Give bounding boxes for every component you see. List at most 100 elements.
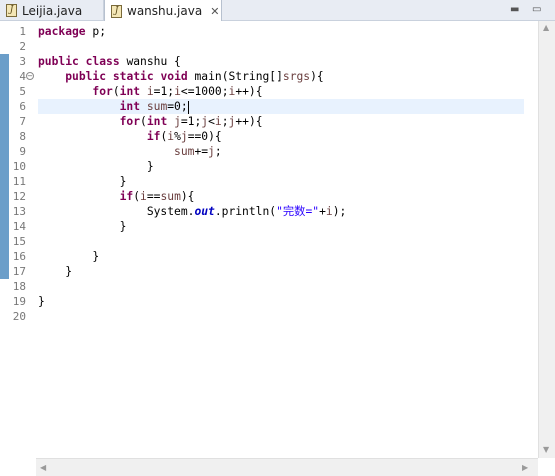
- code-line[interactable]: sum+=j;: [38, 144, 524, 159]
- code-line[interactable]: package p;: [38, 24, 524, 39]
- code-line[interactable]: [38, 309, 524, 324]
- code-line[interactable]: if(i==sum){: [38, 189, 524, 204]
- code-line[interactable]: System.out.println("完数="+i);: [38, 204, 524, 219]
- scroll-left-icon[interactable]: ◀: [40, 463, 46, 472]
- code-token: int: [119, 85, 141, 98]
- code-token: public: [65, 70, 107, 83]
- code-line[interactable]: }: [38, 219, 524, 234]
- tab-label: wanshu.java: [127, 4, 203, 18]
- code-line[interactable]: }: [38, 264, 524, 279]
- code-token: static: [112, 70, 154, 83]
- minimize-icon[interactable]: ▬: [510, 4, 519, 15]
- code-token: i: [214, 115, 222, 128]
- code-token: }: [38, 265, 73, 278]
- line-number: 20: [12, 310, 26, 323]
- code-line[interactable]: if(i%j==0){: [38, 129, 524, 144]
- fold-collapse-icon[interactable]: −: [26, 72, 34, 80]
- line-number: 18: [12, 280, 26, 293]
- code-line[interactable]: int sum=0;: [38, 99, 524, 114]
- code-line[interactable]: public class wanshu {: [38, 54, 524, 69]
- code-token: ==: [146, 190, 161, 203]
- code-token: ++){: [235, 85, 263, 98]
- code-token: srgs: [282, 70, 311, 83]
- code-token: for: [92, 85, 113, 98]
- tab-wanshu[interactable]: J wanshu.java ✕: [104, 0, 222, 22]
- code-token: .println(: [214, 205, 277, 218]
- code-token: =1;: [180, 115, 202, 128]
- scroll-down-icon[interactable]: ▼: [543, 445, 549, 454]
- java-file-icon: J: [6, 4, 17, 17]
- close-icon[interactable]: ✕: [210, 5, 219, 18]
- code-token: i: [174, 85, 181, 98]
- code-token: p;: [85, 25, 107, 38]
- code-line[interactable]: }: [38, 159, 524, 174]
- code-token: }: [38, 175, 127, 188]
- code-line[interactable]: }: [38, 249, 524, 264]
- code-line[interactable]: [38, 279, 524, 294]
- code-token: int: [146, 115, 168, 128]
- maximize-icon[interactable]: ▭: [532, 4, 541, 15]
- line-number: 3: [19, 55, 26, 68]
- code-token: =0;: [167, 100, 188, 113]
- tab-leijia[interactable]: J Leijia.java: [0, 0, 104, 21]
- code-token: if: [119, 190, 134, 203]
- java-file-icon: J: [111, 4, 122, 18]
- code-token: ){: [180, 190, 195, 203]
- code-line[interactable]: }: [38, 174, 524, 189]
- code-token: wanshu {: [119, 55, 181, 68]
- line-number: 12: [12, 190, 26, 203]
- code-line[interactable]: for(int j=1;j<i;j++){: [38, 114, 524, 129]
- line-number: 15: [12, 235, 26, 248]
- code-editor[interactable]: 1 2 3 4 5 6 7 8 9 10 11 12 13 14 15 16 17 18 19 20− package…: [0, 21, 555, 476]
- code-token: i: [140, 190, 147, 203]
- tab-label: Leijia.java: [22, 3, 83, 18]
- scroll-right-icon[interactable]: ▶: [522, 463, 528, 472]
- line-number: 5: [19, 85, 26, 98]
- code-token: =1;: [153, 85, 175, 98]
- horizontal-scrollbar[interactable]: ◀ ▶: [36, 458, 538, 476]
- code-line[interactable]: for(int i=1;i<=1000;i++){: [38, 84, 524, 99]
- code-token: if: [146, 130, 161, 143]
- code-token: }: [38, 250, 100, 263]
- vertical-scrollbar[interactable]: ▲ ▼: [538, 21, 555, 458]
- code-token: }: [38, 160, 154, 173]
- line-number: 13: [12, 205, 26, 218]
- code-token: ;: [221, 115, 229, 128]
- code-line[interactable]: }: [38, 294, 524, 309]
- line-number: 4: [19, 70, 26, 83]
- line-number: 19: [12, 295, 26, 308]
- code-token: );: [332, 205, 347, 218]
- code-token: class: [85, 55, 120, 68]
- line-number: 1: [19, 25, 26, 38]
- line-number: 16: [12, 250, 26, 263]
- line-number: 9: [19, 145, 26, 158]
- code-line[interactable]: [38, 234, 524, 249]
- code-token: +: [319, 205, 326, 218]
- code-token: public: [38, 55, 79, 68]
- code-token: i: [146, 85, 154, 98]
- code-token: ++){: [235, 115, 263, 128]
- code-token: sum: [160, 190, 181, 203]
- code-token: void: [160, 70, 188, 83]
- code-token: +=: [194, 145, 209, 158]
- code-token: int: [119, 100, 141, 113]
- scroll-up-icon[interactable]: ▲: [543, 23, 549, 32]
- code-line[interactable]: [38, 39, 524, 54]
- code-line[interactable]: public static void main(String[]srgs){: [38, 69, 524, 84]
- text-caret: [187, 100, 189, 114]
- line-number: 10: [12, 160, 26, 173]
- code-token: ){: [310, 70, 324, 83]
- line-number: 17: [12, 265, 26, 278]
- line-number: 8: [19, 130, 26, 143]
- code-token: ;: [214, 145, 222, 158]
- code-token: (: [112, 85, 120, 98]
- code-token: main(String[]: [187, 70, 283, 83]
- line-number: 2: [19, 40, 26, 53]
- overview-ruler: [524, 21, 538, 458]
